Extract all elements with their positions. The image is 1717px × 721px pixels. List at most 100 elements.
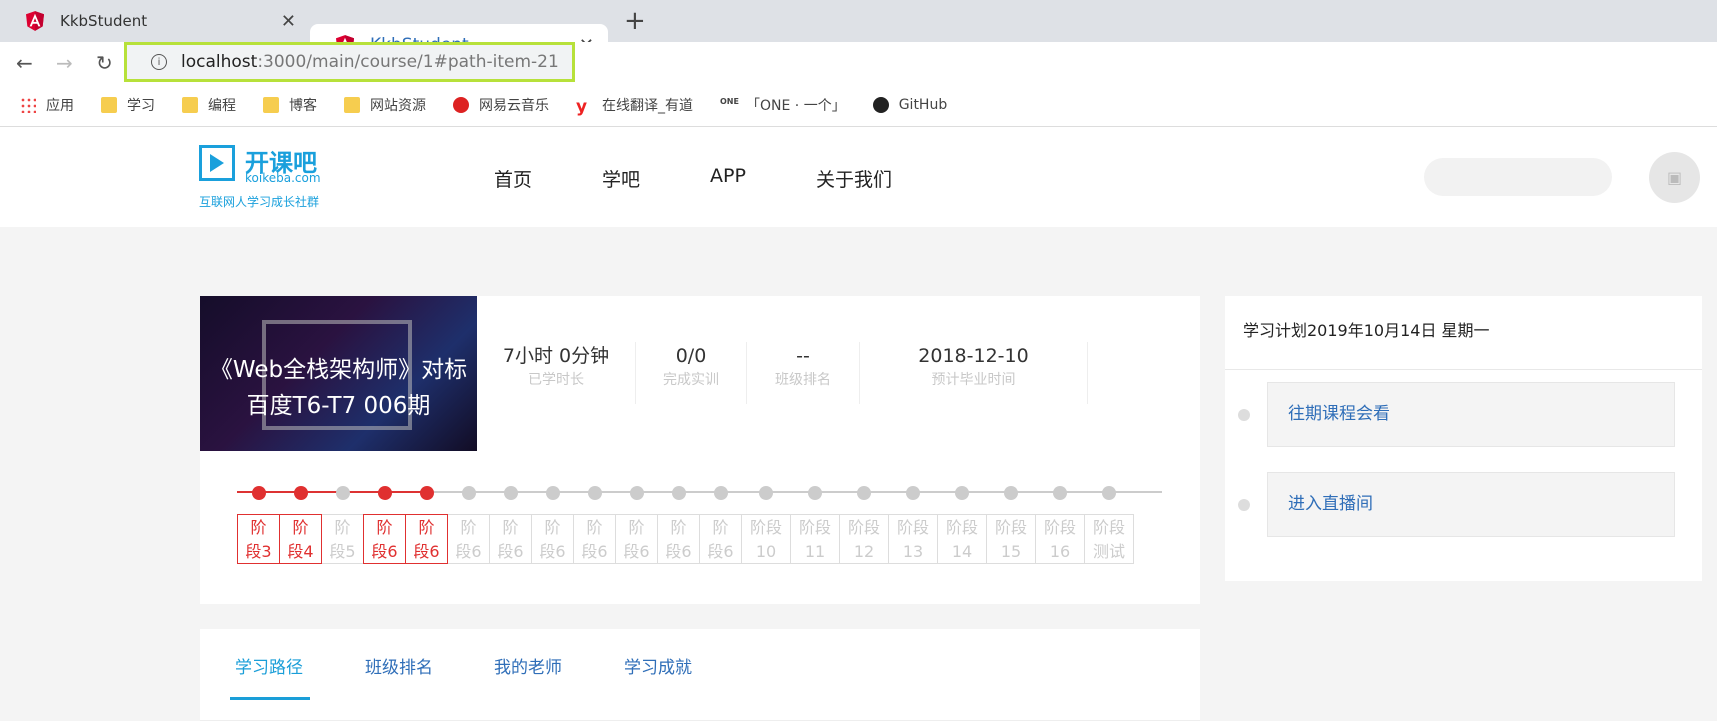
course-title-line: 《Web全栈架构师》对标 bbox=[209, 357, 468, 383]
stage-dot[interactable] bbox=[713, 486, 728, 500]
stage-label: 11 bbox=[804, 542, 826, 561]
github-icon bbox=[872, 96, 889, 113]
bookmark-netease[interactable]: 网易云音乐 bbox=[453, 95, 549, 115]
stat-label: 预计毕业时间 bbox=[931, 372, 1016, 388]
stage-item[interactable]: 阶段3 bbox=[237, 514, 280, 564]
course-title: 《Web全栈架构师》对标 百度T6-T7 006期 bbox=[200, 352, 477, 424]
url-path: :3000/main/course/1#path-item-21 bbox=[257, 52, 559, 72]
youdao-icon: y bbox=[576, 96, 588, 117]
stage-item[interactable]: 阶段 11 bbox=[790, 514, 840, 564]
stage-label: 阶段 bbox=[1043, 518, 1076, 537]
browser-tab[interactable]: KkbStudent ✕ bbox=[0, 0, 310, 42]
bookmark-github[interactable]: GitHub bbox=[872, 96, 948, 113]
stage-dot[interactable] bbox=[335, 486, 350, 500]
stage-dot[interactable] bbox=[419, 486, 434, 500]
nav-xueba[interactable]: 学吧 bbox=[602, 165, 640, 192]
plan-item-replay[interactable]: 往期课程会看 bbox=[1267, 382, 1675, 447]
stage-dot[interactable] bbox=[906, 486, 920, 500]
stage-label: 段4 bbox=[287, 542, 314, 561]
stage-item[interactable]: 阶段6 bbox=[447, 514, 490, 564]
bookmark-folder[interactable]: 博客 bbox=[263, 95, 317, 115]
stage-item[interactable]: 阶段6 bbox=[405, 514, 448, 564]
stage-dot[interactable] bbox=[251, 486, 266, 500]
stage-label: 阶 bbox=[586, 518, 603, 537]
tab-my-teachers[interactable]: 我的老师 bbox=[494, 653, 562, 678]
stage-dot[interactable] bbox=[1053, 486, 1067, 500]
stage-dot[interactable] bbox=[671, 486, 686, 500]
bookmark-folder[interactable]: 编程 bbox=[182, 95, 236, 115]
bookmark-apps[interactable]: 应用 bbox=[20, 95, 74, 115]
course-stats: 7小时 0分钟 已学时长 0/0 完成实训 -- 班级排名 2018-12-10… bbox=[477, 342, 1088, 404]
apps-grid-icon bbox=[20, 96, 36, 113]
stage-dot[interactable] bbox=[955, 486, 969, 500]
stage-item[interactable]: 阶段6 bbox=[573, 514, 616, 564]
stage-item[interactable]: 阶段 15 bbox=[986, 514, 1036, 564]
stage-dot[interactable] bbox=[461, 486, 476, 500]
stage-item[interactable]: 阶段6 bbox=[489, 514, 532, 564]
forward-arrow-icon[interactable]: → bbox=[56, 51, 73, 75]
stage-item[interactable]: 阶段6 bbox=[615, 514, 658, 564]
address-bar[interactable]: i localhost :3000/main/course/1#path-ite… bbox=[124, 42, 575, 82]
stage-dot[interactable] bbox=[759, 486, 773, 500]
plan-item-live[interactable]: 进入直播间 bbox=[1267, 472, 1675, 537]
course-cover[interactable]: 《Web全栈架构师》对标 百度T6-T7 006期 bbox=[200, 296, 477, 451]
stage-item[interactable]: 阶段6 bbox=[699, 514, 742, 564]
bookmark-label: 学习 bbox=[127, 97, 155, 114]
logo-slogan: 互联网人学习成长社群 bbox=[199, 195, 320, 209]
stage-item[interactable]: 阶段6 bbox=[657, 514, 700, 564]
stage-dot[interactable] bbox=[1004, 486, 1018, 500]
stage-item[interactable]: 阶段 16 bbox=[1035, 514, 1085, 564]
new-tab-button[interactable]: + bbox=[624, 6, 646, 36]
stat-value: -- bbox=[796, 345, 810, 367]
stage-item[interactable]: 阶段6 bbox=[363, 514, 406, 564]
info-icon[interactable]: i bbox=[151, 54, 167, 70]
stage-dot[interactable] bbox=[545, 486, 560, 500]
search-input[interactable] bbox=[1424, 158, 1612, 196]
bookmark-label: GitHub bbox=[898, 96, 948, 113]
stage-item[interactable]: 阶段 12 bbox=[839, 514, 889, 564]
stage-track-progress bbox=[237, 491, 429, 493]
stage-label: 段6 bbox=[707, 542, 734, 561]
bookmark-folder[interactable]: 学习 bbox=[101, 95, 155, 115]
stage-item[interactable]: 阶段5 bbox=[321, 514, 364, 564]
bookmark-label: 「ONE · 一个」 bbox=[746, 97, 846, 114]
tab-class-rank[interactable]: 班级排名 bbox=[365, 653, 433, 678]
tab-achievements[interactable]: 学习成就 bbox=[624, 653, 692, 678]
stage-dot[interactable] bbox=[629, 486, 644, 500]
section-tabs: 学习路径 班级排名 我的老师 学习成就 bbox=[200, 629, 1200, 721]
stage-dot[interactable] bbox=[587, 486, 602, 500]
bookmark-folder[interactable]: 网站资源 bbox=[344, 95, 426, 115]
bookmark-youdao[interactable]: y 在线翻译_有道 bbox=[576, 95, 693, 117]
stage-item[interactable]: 阶段 测试 bbox=[1084, 514, 1134, 564]
bookmark-one[interactable]: ONE 「ONE · 一个」 bbox=[720, 95, 846, 115]
timeline-dot bbox=[1238, 499, 1250, 511]
course-card: 《Web全栈架构师》对标 百度T6-T7 006期 7小时 0分钟 已学时长 0… bbox=[200, 296, 1200, 604]
bookmark-label: 在线翻译_有道 bbox=[602, 97, 693, 114]
stage-dot[interactable] bbox=[503, 486, 518, 500]
stage-label: 14 bbox=[951, 542, 973, 561]
nav-home[interactable]: 首页 bbox=[494, 165, 532, 192]
reload-icon[interactable]: ↻ bbox=[96, 51, 113, 75]
stage-item[interactable]: 阶段4 bbox=[279, 514, 322, 564]
stage-item[interactable]: 阶段6 bbox=[531, 514, 574, 564]
stage-dot[interactable] bbox=[857, 486, 871, 500]
stage-dot[interactable] bbox=[808, 486, 822, 500]
stage-item[interactable]: 阶段 10 bbox=[741, 514, 791, 564]
nav-about[interactable]: 关于我们 bbox=[816, 165, 892, 192]
back-arrow-icon[interactable]: ← bbox=[16, 51, 33, 75]
close-icon[interactable]: ✕ bbox=[281, 11, 296, 32]
stage-label: 15 bbox=[1000, 542, 1022, 561]
stage-label: 段6 bbox=[413, 542, 440, 561]
tab-study-path[interactable]: 学习路径 bbox=[235, 653, 303, 678]
stage-item[interactable]: 阶段 13 bbox=[888, 514, 938, 564]
stage-label: 段6 bbox=[623, 542, 650, 561]
stage-item[interactable]: 阶段 14 bbox=[937, 514, 987, 564]
browser-toolbar: ← → ↻ i localhost :3000/main/course/1#pa… bbox=[0, 42, 1717, 83]
stage-dot[interactable] bbox=[1102, 486, 1116, 500]
url-host: localhost bbox=[181, 52, 258, 72]
avatar[interactable]: ▣ bbox=[1649, 152, 1700, 203]
stage-dot[interactable] bbox=[293, 486, 308, 500]
nav-app[interactable]: APP bbox=[710, 165, 746, 192]
stage-dot[interactable] bbox=[377, 486, 392, 500]
logo-domain: koikeba.com bbox=[245, 171, 321, 185]
